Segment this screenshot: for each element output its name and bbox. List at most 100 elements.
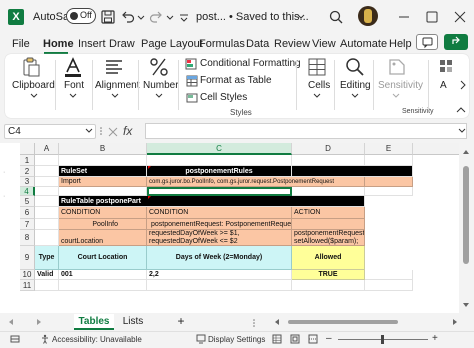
row-header-4[interactable]: 4	[20, 187, 35, 196]
cell-d10[interactable]: TRUE	[292, 270, 365, 280]
user-avatar[interactable]	[358, 6, 378, 26]
cell-e10[interactable]	[365, 270, 413, 280]
cell-c4[interactable]	[147, 187, 292, 196]
insert-function-button[interactable]: fx	[123, 124, 132, 138]
cell-b4[interactable]	[59, 187, 147, 196]
zoom-out-button[interactable]: –	[326, 333, 332, 344]
tab-file[interactable]: File	[12, 38, 30, 50]
sensitivity-button[interactable]: Sensitivity	[378, 80, 423, 91]
row-header-8[interactable]: 8	[20, 230, 35, 246]
column-header-c[interactable]: C	[147, 143, 292, 155]
minimize-icon[interactable]	[396, 9, 412, 25]
scroll-right-icon[interactable]	[452, 318, 458, 326]
tab-formulas[interactable]: Formulas	[199, 38, 245, 50]
cell-d1[interactable]	[292, 155, 365, 166]
cell-b11[interactable]	[59, 280, 147, 291]
scroll-up-icon[interactable]	[462, 149, 470, 155]
cells-icon[interactable]	[306, 56, 328, 78]
cell-a5[interactable]	[35, 196, 59, 207]
alignment-button[interactable]: Alignment	[95, 80, 139, 91]
display-settings-icon[interactable]	[196, 334, 206, 344]
redo-dropdown-icon[interactable]	[166, 9, 174, 25]
cell-a2[interactable]	[35, 166, 59, 177]
tab-view[interactable]: View	[312, 38, 336, 50]
cell-c1[interactable]	[147, 155, 292, 166]
cell-c7[interactable]: postponementRequest: PostponementRequest	[147, 219, 292, 230]
sensitivity-icon[interactable]	[386, 56, 408, 78]
document-title[interactable]: post... • Saved to this...	[196, 11, 309, 23]
scroll-left-icon[interactable]	[274, 318, 280, 326]
sheet-tab-lists[interactable]: Lists	[117, 314, 149, 330]
spreadsheet-grid[interactable]: A B C D E · · 1 2 3 4 5 6 7 8 9 10 11 Ru…	[0, 143, 459, 313]
page-layout-view-icon[interactable]	[290, 334, 300, 344]
cell-a8[interactable]	[35, 230, 59, 246]
tab-draw[interactable]: Draw	[109, 38, 135, 50]
addins-button[interactable]: A	[440, 80, 447, 91]
row-header-3[interactable]: 3	[20, 177, 35, 187]
cell-a4[interactable]	[35, 187, 59, 196]
add-sheet-button[interactable]: +	[172, 314, 190, 330]
cell-b8[interactable]: courtLocation	[59, 230, 147, 246]
column-header-d[interactable]: D	[292, 143, 365, 155]
ribbon-collapse-icon[interactable]	[456, 106, 466, 114]
cell-styles-button[interactable]: Cell Styles	[200, 92, 247, 103]
vertical-scroll-thumb[interactable]	[463, 166, 469, 264]
row-header-10[interactable]: 10	[20, 270, 35, 280]
accessibility-status[interactable]: Accessibility: Unavailable	[52, 335, 142, 344]
font-icon[interactable]	[62, 56, 84, 78]
cell-e4[interactable]	[365, 187, 413, 196]
row-header-2[interactable]: 2	[20, 166, 35, 177]
display-settings-button[interactable]: Display Settings	[208, 335, 265, 344]
cell-e11[interactable]	[365, 280, 413, 291]
editing-icon[interactable]	[344, 56, 366, 78]
accessibility-icon[interactable]	[40, 334, 50, 344]
clipboard-button[interactable]: Clipboard	[12, 80, 55, 91]
column-header-f[interactable]	[413, 143, 459, 155]
cell-a1[interactable]	[35, 155, 59, 166]
cell-b5[interactable]: RuleTable postponePart	[59, 196, 365, 207]
cell-a6[interactable]	[35, 207, 59, 219]
cells-button[interactable]: Cells	[308, 80, 330, 91]
row-header-1[interactable]: 1	[20, 155, 35, 166]
cell-d7[interactable]	[292, 219, 365, 230]
cell-b1[interactable]	[59, 155, 147, 166]
tab-review[interactable]: Review	[274, 38, 310, 50]
title-dropdown-icon[interactable]	[296, 9, 306, 25]
formula-input[interactable]	[145, 123, 467, 139]
restore-icon[interactable]	[424, 9, 440, 25]
cell-a3[interactable]	[35, 177, 59, 187]
next-sheet-icon[interactable]	[36, 318, 42, 326]
tab-insert[interactable]: Insert	[78, 38, 106, 50]
share-button[interactable]	[444, 34, 468, 50]
undo-icon[interactable]	[120, 9, 136, 25]
cell-c8[interactable]: requestedDayOfWeek >= $1, requestedDayOf…	[147, 230, 292, 246]
row-header-11[interactable]: 11	[20, 280, 35, 291]
percent-icon[interactable]	[148, 56, 170, 78]
tab-page-layout[interactable]: Page Layout	[141, 38, 203, 50]
tab-help[interactable]: Help	[389, 38, 412, 50]
prev-sheet-icon[interactable]	[8, 318, 14, 326]
cell-c11[interactable]	[147, 280, 292, 291]
row-header-9[interactable]: 9	[20, 246, 35, 270]
conditional-formatting-button[interactable]: Conditional Formatting	[200, 58, 301, 69]
cell-e3[interactable]	[365, 177, 413, 187]
undo-dropdown-icon[interactable]	[137, 9, 145, 25]
cell-d9[interactable]: Allowed	[292, 246, 365, 270]
cell-b9[interactable]: Court Location	[59, 246, 147, 270]
sheet-tab-tables[interactable]: Tables	[74, 314, 114, 330]
cell-d4[interactable]	[292, 187, 365, 196]
zoom-slider-thumb[interactable]	[381, 335, 384, 344]
cell-d8[interactable]: postponementRequest. setAllowed($param);	[292, 230, 365, 246]
row-header-6[interactable]: 6	[20, 207, 35, 219]
name-box-dropdown-icon[interactable]	[85, 128, 93, 134]
ribbon-scroll-right-icon[interactable]	[459, 80, 467, 90]
tab-data[interactable]: Data	[246, 38, 269, 50]
tab-automate[interactable]: Automate	[340, 38, 387, 50]
autosave-toggle[interactable]: Off	[66, 8, 96, 24]
column-header-a[interactable]: A	[35, 143, 59, 155]
font-button[interactable]: Font	[64, 80, 84, 91]
column-header-e[interactable]: E	[365, 143, 413, 155]
cell-d2[interactable]	[292, 166, 413, 177]
number-button[interactable]: Number	[143, 80, 179, 91]
cell-c6[interactable]: CONDITION	[147, 207, 292, 219]
